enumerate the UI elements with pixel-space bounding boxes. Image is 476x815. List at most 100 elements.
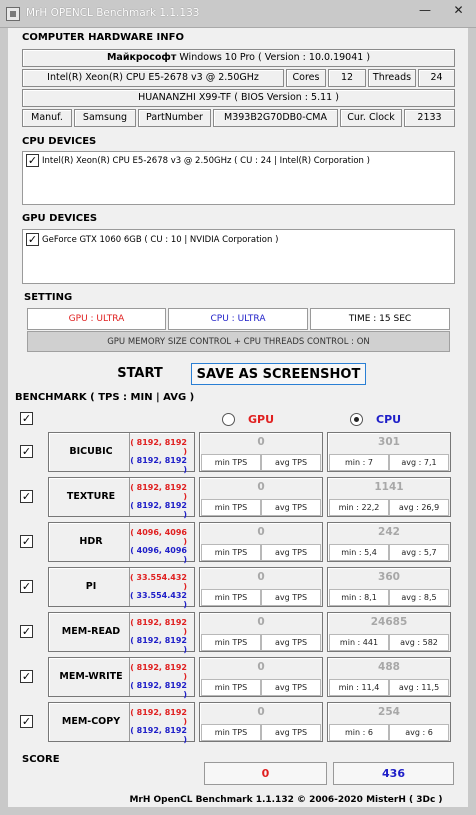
mem-write-cpu-value: 488 (378, 661, 400, 673)
os-info: Майкрософт Windows 10 Pro ( Version : 10… (22, 49, 455, 67)
mem-write-checkbox[interactable]: ✓ (20, 670, 33, 683)
texture-cpu-min: min : 22,2 (329, 499, 389, 516)
texture-gpu-value: 0 (257, 481, 265, 493)
bicubic-gpu-min: min TPS (201, 454, 261, 471)
mem-write-test: MEM-WRITE ( 8192, 8192 ) ( 8192, 8192 ) (48, 657, 195, 699)
mem-write-cpu-size: ( 8192, 8192 ) (130, 681, 187, 699)
pi-cpu-size: ( 33.554.432 ) (129, 591, 187, 609)
hdr-name: HDR (79, 536, 103, 547)
pi-checkbox[interactable]: ✓ (20, 580, 33, 593)
pi-name: PI (85, 581, 97, 592)
mem-read-test: MEM-READ ( 8192, 8192 ) ( 8192, 8192 ) (48, 612, 195, 654)
mem-copy-gpu-avg: avg TPS (261, 724, 321, 741)
os-version: Windows 10 Pro ( Version : 10.0.19041 ) (179, 52, 371, 63)
mem-write-gpu-result: 0 min TPS avg TPS (199, 657, 323, 697)
cpu-devices-list[interactable]: ✓ Intel(R) Xeon(R) CPU E5-2678 v3 @ 2.50… (22, 151, 455, 205)
mem-copy-gpu-result: 0 min TPS avg TPS (199, 702, 323, 742)
mem-write-cpu-min: min : 11,4 (329, 679, 389, 696)
bicubic-checkbox[interactable]: ✓ (20, 445, 33, 458)
minimize-icon[interactable]: — (410, 0, 440, 20)
save-screenshot-button[interactable]: SAVE AS SCREENSHOT (191, 363, 366, 385)
hdr-gpu-min: min TPS (201, 544, 261, 561)
mem-read-cpu-min: min : 441 (329, 634, 389, 651)
cpu-setting[interactable]: CPU : ULTRA (168, 308, 308, 330)
hdr-cpu-value: 242 (378, 526, 400, 538)
mem-copy-name: MEM-COPY (61, 716, 121, 727)
time-setting[interactable]: TIME : 15 SEC (310, 308, 450, 330)
window-title: MrH OPENCL Benchmark 1.1.133 (26, 7, 200, 19)
start-button[interactable]: START (102, 363, 178, 385)
mem-write-gpu-avg: avg TPS (261, 679, 321, 696)
pi-cpu-result: 360 min : 8,1 avg : 8,5 (327, 567, 451, 607)
window-frame-bottom (0, 807, 476, 815)
pi-gpu-avg: avg TPS (261, 589, 321, 606)
app-icon (6, 7, 20, 21)
gpu-radio-label[interactable]: GPU (248, 413, 274, 426)
mem-read-checkbox[interactable]: ✓ (20, 625, 33, 638)
mem-read-cpu-result: 24685 min : 441 avg : 582 (327, 612, 451, 652)
pi-gpu-value: 0 (257, 571, 265, 583)
select-all-checkbox[interactable]: ✓ (20, 412, 33, 425)
mem-copy-gpu-size: ( 8192, 8192 ) (130, 708, 187, 726)
bicubic-cpu-result: 301 min : 7 avg : 7,1 (327, 432, 451, 472)
mem-read-gpu-min: min TPS (201, 634, 261, 651)
bicubic-gpu-result: 0 min TPS avg TPS (199, 432, 323, 472)
texture-checkbox[interactable]: ✓ (20, 490, 33, 503)
hdr-gpu-value: 0 (257, 526, 265, 538)
bicubic-cpu-min: min : 7 (329, 454, 389, 471)
motherboard-info: HUANANZHI X99-TF ( BIOS Version : 5.11 ) (22, 89, 455, 107)
hdr-cpu-result: 242 min : 5,4 avg : 5,7 (327, 522, 451, 562)
mem-copy-gpu-min: min TPS (201, 724, 261, 741)
mem-write-gpu-value: 0 (257, 661, 265, 673)
cpu-device-checkbox[interactable]: ✓ (26, 154, 39, 167)
hardware-heading: COMPUTER HARDWARE INFO (22, 32, 184, 43)
cpu-radio[interactable] (350, 413, 363, 426)
mem-read-cpu-avg: avg : 582 (389, 634, 449, 651)
gpu-devices-heading: GPU DEVICES (22, 213, 98, 224)
mem-read-gpu-value: 0 (257, 616, 265, 628)
mem-copy-gpu-value: 0 (257, 706, 265, 718)
texture-gpu-avg: avg TPS (261, 499, 321, 516)
hdr-gpu-avg: avg TPS (261, 544, 321, 561)
pi-cpu-avg: avg : 8,5 (389, 589, 449, 606)
mem-read-gpu-avg: avg TPS (261, 634, 321, 651)
score-heading: SCORE (22, 754, 60, 765)
cpu-devices-heading: CPU DEVICES (22, 136, 97, 147)
hdr-checkbox[interactable]: ✓ (20, 535, 33, 548)
benchmark-heading: BENCHMARK ( TPS : MIN | AVG ) (15, 392, 195, 403)
cpu-score: 436 (333, 762, 454, 785)
cpu-radio-label[interactable]: CPU (376, 413, 401, 426)
mem-copy-cpu-value: 254 (378, 706, 400, 718)
cpu-name: Intel(R) Xeon(R) CPU E5-2678 v3 @ 2.50GH… (22, 69, 284, 87)
os-prefix: Майкрософт (106, 52, 177, 63)
manufacturer-label: Manuf. (22, 109, 72, 127)
mem-write-gpu-size: ( 8192, 8192 ) (130, 663, 187, 681)
bicubic-test: BICUBIC ( 8192, 8192 ) ( 8192, 8192 ) (48, 432, 195, 474)
hdr-cpu-size: ( 4096, 4096 ) (130, 546, 187, 564)
bicubic-cpu-avg: avg : 7,1 (389, 454, 449, 471)
cpu-device-item[interactable]: Intel(R) Xeon(R) CPU E5-2678 v3 @ 2.50GH… (42, 156, 370, 166)
hdr-test: HDR ( 4096, 4096 ) ( 4096, 4096 ) (48, 522, 195, 564)
texture-test: TEXTURE ( 8192, 8192 ) ( 8192, 8192 ) (48, 477, 195, 519)
mem-copy-checkbox[interactable]: ✓ (20, 715, 33, 728)
pi-test: PI ( 33.554.432 ) ( 33.554.432 ) (48, 567, 195, 609)
pi-gpu-min: min TPS (201, 589, 261, 606)
gpu-device-item[interactable]: GeForce GTX 1060 6GB ( CU : 10 | NVIDIA … (42, 235, 278, 245)
texture-gpu-min: min TPS (201, 499, 261, 516)
mem-read-gpu-result: 0 min TPS avg TPS (199, 612, 323, 652)
manufacturer-value: Samsung (74, 109, 136, 127)
bicubic-gpu-value: 0 (257, 436, 265, 448)
bicubic-cpu-value: 301 (378, 436, 400, 448)
copyright-footer: MrH OpenCL Benchmark 1.1.132 © 2006-2020… (129, 795, 443, 805)
mem-copy-cpu-result: 254 min : 6 avg : 6 (327, 702, 451, 742)
gpu-devices-list[interactable]: ✓ GeForce GTX 1060 6GB ( CU : 10 | NVIDI… (22, 229, 455, 284)
hdr-cpu-avg: avg : 5,7 (389, 544, 449, 561)
close-icon[interactable]: ✕ (441, 0, 476, 20)
setting-heading: SETTING (24, 292, 73, 303)
texture-cpu-result: 1141 min : 22,2 avg : 26,9 (327, 477, 451, 517)
gpu-radio[interactable] (222, 413, 235, 426)
pi-cpu-min: min : 8,1 (329, 589, 389, 606)
threads-label: Threads (368, 69, 416, 87)
gpu-setting[interactable]: GPU : ULTRA (27, 308, 166, 330)
gpu-device-checkbox[interactable]: ✓ (26, 233, 39, 246)
